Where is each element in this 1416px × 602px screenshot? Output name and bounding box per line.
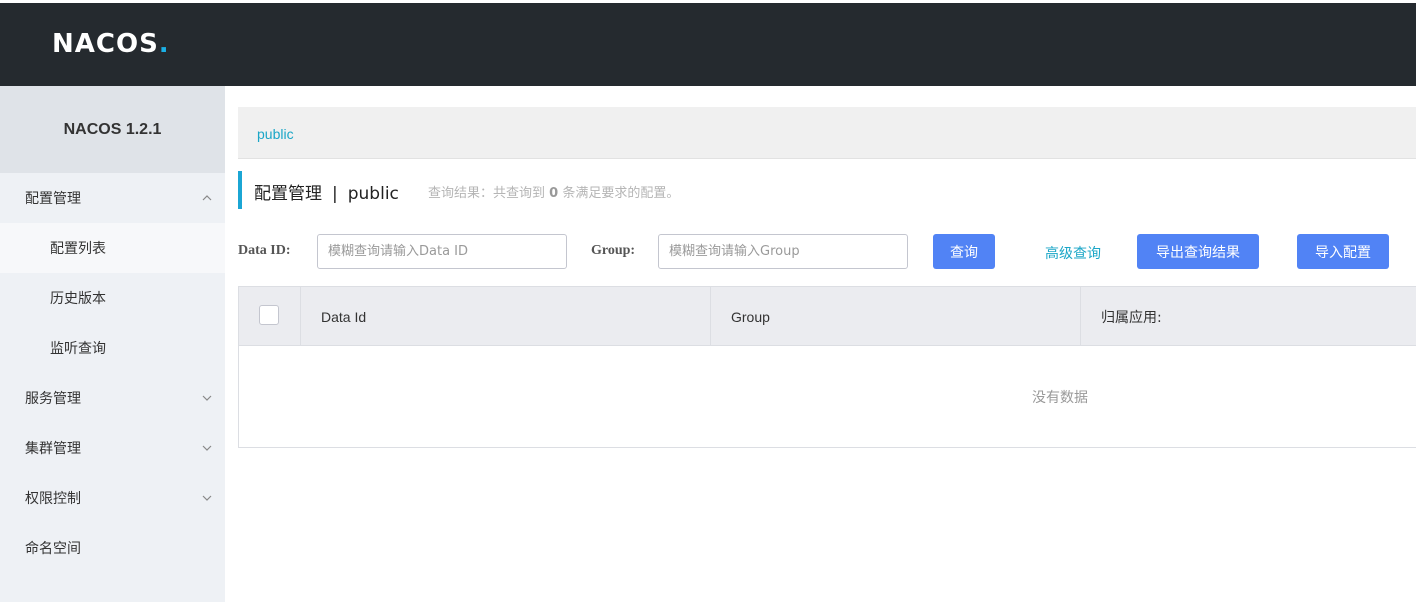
sidebar: NACOS 1.2.1 配置管理 配置列表 历史版本 监听查询 服务管理 集群管… bbox=[0, 86, 225, 602]
select-all-checkbox[interactable] bbox=[259, 305, 279, 325]
config-table: Data Id Group 归属应用: 没有数据 bbox=[238, 286, 1416, 448]
top-navbar: NACOS. bbox=[0, 0, 1416, 86]
logo-dot: . bbox=[158, 29, 169, 59]
sidebar-item-listener-query[interactable]: 监听查询 bbox=[0, 323, 225, 373]
sidebar-item-label: 监听查询 bbox=[50, 341, 106, 357]
sidebar-item-cluster-management[interactable]: 集群管理 bbox=[0, 423, 225, 473]
sidebar-item-label: 集群管理 bbox=[25, 441, 81, 457]
page-title-text: 配置管理 bbox=[254, 184, 322, 204]
version-label: NACOS 1.2.1 bbox=[0, 86, 225, 173]
sidebar-item-access-control[interactable]: 权限控制 bbox=[0, 473, 225, 523]
logo-text: NACOS bbox=[52, 29, 159, 59]
sidebar-item-label: 权限控制 bbox=[25, 491, 81, 507]
table-header: Data Id Group 归属应用: bbox=[239, 287, 1416, 346]
chevron-down-icon bbox=[201, 392, 213, 404]
query-result-summary: 查询结果：共查询到 0 条满足要求的配置。 bbox=[428, 182, 679, 201]
chevron-down-icon bbox=[201, 492, 213, 504]
chevron-down-icon bbox=[201, 442, 213, 454]
result-count: 0 bbox=[549, 186, 559, 201]
result-prefix: 查询结果：共查询到 bbox=[428, 186, 546, 201]
advanced-query-link[interactable]: 高级查询 bbox=[1045, 243, 1101, 263]
title-accent-bar bbox=[238, 171, 242, 209]
sidebar-item-config-list[interactable]: 配置列表 bbox=[0, 223, 225, 273]
sidebar-item-namespace[interactable]: 命名空间 bbox=[0, 523, 225, 573]
page-title-namespace: public bbox=[347, 184, 399, 204]
namespace-bar: public bbox=[238, 107, 1416, 159]
sidebar-item-config-management[interactable]: 配置管理 bbox=[0, 173, 225, 223]
title-separator: | bbox=[332, 184, 338, 204]
group-search-input[interactable] bbox=[658, 234, 908, 269]
column-header-data-id[interactable]: Data Id bbox=[301, 287, 711, 346]
column-header-app[interactable]: 归属应用: bbox=[1081, 287, 1416, 346]
nacos-logo[interactable]: NACOS. bbox=[52, 29, 169, 59]
column-header-group[interactable]: Group bbox=[711, 287, 1081, 346]
chevron-up-icon bbox=[201, 192, 213, 204]
result-suffix: 条满足要求的配置。 bbox=[562, 186, 680, 201]
search-toolbar: Data ID: Group: 查询 高级查询 导出查询结果 导入配置 bbox=[238, 233, 1416, 270]
empty-state-text: 没有数据 bbox=[1032, 390, 1088, 406]
page-title-row: 配置管理 | public 查询结果：共查询到 0 条满足要求的配置。 bbox=[238, 171, 1416, 209]
sidebar-item-service-management[interactable]: 服务管理 bbox=[0, 373, 225, 423]
sidebar-item-label: 配置管理 bbox=[25, 191, 81, 207]
sidebar-item-label: 历史版本 bbox=[50, 291, 106, 307]
namespace-link-public[interactable]: public bbox=[257, 126, 294, 142]
sidebar-item-label: 配置列表 bbox=[50, 241, 106, 257]
import-config-button[interactable]: 导入配置 bbox=[1297, 234, 1389, 269]
sidebar-item-label: 命名空间 bbox=[25, 541, 81, 557]
sidebar-item-history-version[interactable]: 历史版本 bbox=[0, 273, 225, 323]
query-button[interactable]: 查询 bbox=[933, 234, 995, 269]
group-label: Group: bbox=[591, 243, 636, 258]
select-all-cell bbox=[239, 287, 301, 346]
export-results-button[interactable]: 导出查询结果 bbox=[1137, 234, 1259, 269]
dataid-label: Data ID: bbox=[238, 243, 291, 258]
dataid-search-input[interactable] bbox=[317, 234, 567, 269]
page-title: 配置管理 | public bbox=[254, 179, 399, 204]
sidebar-item-label: 服务管理 bbox=[25, 391, 81, 407]
